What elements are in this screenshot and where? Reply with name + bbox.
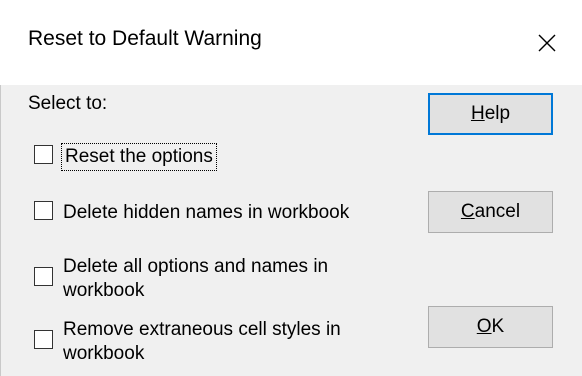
- ok-button[interactable]: OK: [428, 306, 553, 348]
- option-label-delete-all-options-names[interactable]: Delete all options and names in workbook: [63, 255, 328, 303]
- select-prompt: Select to:: [28, 93, 108, 114]
- help-button[interactable]: Help: [428, 93, 553, 135]
- ok-button-mnemonic: O: [476, 316, 492, 337]
- option-reset-options[interactable]: Reset the options: [34, 143, 217, 171]
- help-button-mnemonic: H: [470, 103, 485, 124]
- option-label-reset-options[interactable]: Reset the options: [61, 143, 217, 171]
- checkbox-delete-hidden-names[interactable]: [34, 201, 53, 220]
- option-label-line1: Remove extraneous cell styles in: [63, 319, 341, 340]
- option-label-delete-hidden-names[interactable]: Delete hidden names in workbook: [63, 201, 349, 225]
- title-bar: Reset to Default Warning: [0, 0, 582, 85]
- option-delete-all-options-names[interactable]: Delete all options and names in workbook: [34, 255, 328, 303]
- ok-button-label: K: [491, 316, 505, 337]
- close-icon: [538, 34, 556, 51]
- dialog-body: Select to: Reset the options Delete hidd…: [0, 85, 582, 376]
- cancel-button-label: ancel: [474, 201, 521, 222]
- option-delete-hidden-names[interactable]: Delete hidden names in workbook: [34, 201, 349, 225]
- cancel-button[interactable]: Cancel: [428, 191, 553, 233]
- close-button[interactable]: [512, 0, 582, 85]
- help-button-label: elp: [484, 103, 511, 124]
- reset-to-default-dialog: Reset to Default Warning Select to: Rese…: [0, 0, 582, 376]
- checkbox-remove-extraneous-styles[interactable]: [34, 330, 53, 349]
- option-label-line2: workbook: [63, 343, 145, 364]
- cancel-button-mnemonic: C: [460, 201, 475, 222]
- option-label-line2: workbook: [63, 280, 145, 301]
- dialog-title: Reset to Default Warning: [28, 27, 262, 50]
- option-label-remove-extraneous-styles[interactable]: Remove extraneous cell styles in workboo…: [63, 318, 341, 366]
- checkbox-reset-options[interactable]: [34, 145, 53, 164]
- option-remove-extraneous-styles[interactable]: Remove extraneous cell styles in workboo…: [34, 318, 341, 366]
- option-label-line1: Delete all options and names in: [63, 256, 329, 277]
- checkbox-delete-all-options-names[interactable]: [34, 267, 53, 286]
